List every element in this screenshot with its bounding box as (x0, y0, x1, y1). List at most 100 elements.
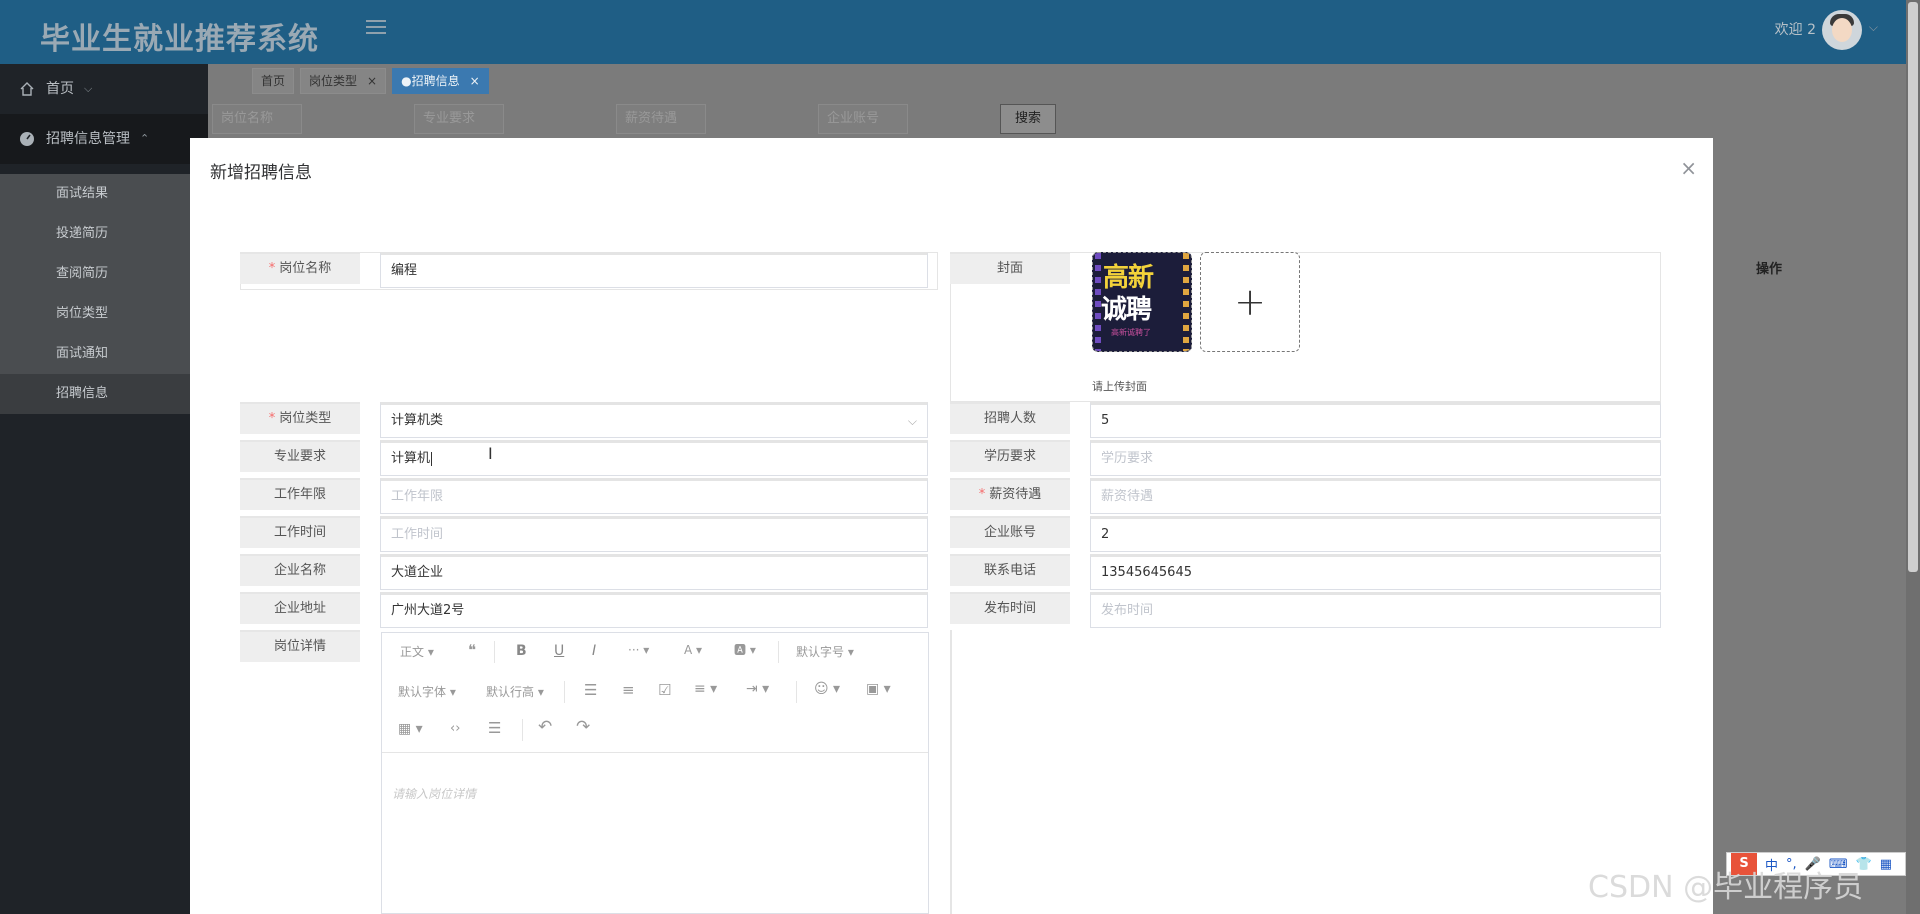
company-account-input[interactable]: 2 (1090, 516, 1661, 552)
font-family-dropdown[interactable]: 默认字体 ▾ (398, 683, 456, 700)
search-job-name-input[interactable]: 岗位名称 (212, 104, 302, 134)
font-size-dropdown[interactable]: 默认字号 ▾ (796, 643, 854, 660)
sidebar-item-job-type[interactable]: 岗位类型 (0, 294, 208, 334)
bold-icon[interactable]: B (516, 643, 527, 659)
job-type-label: * 岗位类型 (240, 402, 360, 434)
close-icon[interactable]: × (470, 74, 480, 88)
form-row-salary: * 薪资待遇 薪资待遇 (950, 478, 1661, 514)
watermark: CSDN @毕业程序员 (1588, 870, 1864, 905)
sidebar-item-interview-result[interactable]: 面试结果 (0, 174, 208, 214)
form-row-publish-time: 发布时间 发布时间 (950, 592, 1661, 628)
line-height-dropdown[interactable]: 默认行高 ▾ (486, 683, 544, 700)
sidebar-item-view-resume[interactable]: 查阅简历 (0, 254, 208, 294)
job-detail-editor[interactable]: 正文 ▾ ❝ B U I ··· ▾ A ▾ 🅰 ▾ 默认字号 ▾ 默认字体 ▾… (381, 632, 929, 914)
tab-home[interactable]: 首页 (252, 68, 295, 94)
paragraph-style-dropdown[interactable]: 正文 ▾ (400, 643, 434, 660)
company-address-input[interactable]: 广州大道2号 (380, 592, 928, 628)
cover-label: 封面 (950, 252, 1070, 284)
app-title: 毕业生就业推荐系统 (40, 22, 319, 57)
headcount-input[interactable]: 5 (1090, 402, 1661, 438)
search-button[interactable]: 搜索 (1000, 104, 1057, 134)
work-time-input[interactable]: 工作时间 (380, 516, 928, 552)
education-input[interactable]: 学历要求 (1090, 440, 1661, 476)
sidebar-item-interview-notice[interactable]: 面试通知 (0, 334, 208, 374)
cover-image-text: 高新诚聘了 (1111, 328, 1151, 337)
add-cover-button[interactable]: + (1200, 252, 1300, 352)
close-icon[interactable]: × (1680, 156, 1697, 180)
bullet-list-icon[interactable]: ☰ (584, 681, 597, 699)
tab-bar: 首页 岗位类型 × ●招聘信息 × (252, 68, 489, 94)
sidebar: 首页 ⌵ 招聘信息管理 ⌃ 面试结果 投递简历 查阅简历 岗位类型 面试通知 招… (0, 64, 208, 914)
salary-input[interactable]: 薪资待遇 (1090, 478, 1661, 514)
gauge-icon (18, 130, 36, 148)
underline-icon[interactable]: U (554, 643, 564, 659)
form-row-headcount: 招聘人数 5 (950, 402, 1661, 438)
todo-icon[interactable]: ☑ (658, 681, 671, 699)
emoji-dropdown[interactable]: ☺ ▾ (814, 681, 840, 697)
divider-icon[interactable]: ☰ (488, 719, 501, 737)
form-row-work-years: 工作年限 工作年限 (240, 478, 928, 514)
job-type-select[interactable]: 计算机类 ⌵ (380, 402, 928, 438)
page-scrollbar-thumb[interactable] (1908, 2, 1918, 572)
indent-dropdown[interactable]: ⇥ ▾ (746, 681, 769, 697)
sidebar-submenu: 面试结果 投递简历 查阅简历 岗位类型 面试通知 招聘信息 (0, 174, 208, 414)
headcount-label: 招聘人数 (950, 402, 1070, 434)
grid-icon[interactable]: ▦ (1880, 857, 1892, 872)
work-years-input[interactable]: 工作年限 (380, 478, 928, 514)
search-row: 岗位名称 专业要求 薪资待遇 企业账号 搜索 (212, 104, 1057, 134)
company-name-label: 企业名称 (240, 554, 360, 586)
avatar[interactable] (1822, 10, 1862, 50)
editor-toolbar: 正文 ▾ ❝ B U I ··· ▾ A ▾ 🅰 ▾ 默认字号 ▾ 默认字体 ▾… (382, 633, 928, 753)
undo-icon[interactable]: ↶ (538, 717, 552, 737)
form-row-cover: 封面 (950, 252, 1070, 284)
tab-recruitment-info[interactable]: ●招聘信息 × (392, 68, 489, 94)
sidebar-item-home[interactable]: 首页 ⌵ (0, 64, 208, 114)
form-row-job-detail: 岗位详情 (240, 630, 360, 662)
sidebar-group-recruitment[interactable]: 招聘信息管理 ⌃ (0, 114, 208, 164)
column-divider (950, 630, 952, 914)
menu-toggle-icon[interactable] (366, 20, 386, 38)
redo-icon[interactable]: ↷ (576, 717, 590, 737)
company-address-label: 企业地址 (240, 592, 360, 624)
quote-icon[interactable]: ❝ (468, 641, 476, 659)
mouse-text-cursor: I (488, 444, 493, 463)
company-name-input[interactable]: 大道企业 (380, 554, 928, 590)
tab-label: 岗位类型 (309, 74, 358, 88)
font-color-dropdown[interactable]: A ▾ (684, 643, 702, 657)
image-dropdown[interactable]: ▣ ▾ (866, 681, 891, 697)
table-dropdown[interactable]: ▦ ▾ (398, 721, 423, 737)
plus-icon: + (1234, 280, 1266, 324)
major-label: 专业要求 (240, 440, 360, 472)
major-input[interactable]: 计算机 (380, 440, 928, 476)
form-row-company-address: 企业地址 广州大道2号 (240, 592, 928, 628)
tab-job-type[interactable]: 岗位类型 × (300, 68, 387, 94)
phone-input[interactable]: 13545645645 (1090, 554, 1661, 590)
align-dropdown[interactable]: ≡ ▾ (694, 681, 717, 697)
close-icon[interactable]: × (367, 74, 377, 88)
search-company-account-input[interactable]: 企业账号 (818, 104, 908, 134)
more-styles-dropdown[interactable]: ··· ▾ (628, 643, 649, 657)
tab-label: 首页 (261, 74, 286, 88)
job-detail-label: 岗位详情 (240, 630, 360, 662)
form-row-phone: 联系电话 13545645645 (950, 554, 1661, 590)
form-row-major: 专业要求 计算机 (240, 440, 928, 476)
search-salary-input[interactable]: 薪资待遇 (616, 104, 706, 134)
search-major-input[interactable]: 专业要求 (414, 104, 504, 134)
form-row-job-type: * 岗位类型 计算机类 ⌵ (240, 402, 928, 438)
job-name-input[interactable]: 编程 (380, 252, 928, 288)
background-color-dropdown[interactable]: 🅰 ▾ (734, 641, 756, 658)
sidebar-item-submitted-resume[interactable]: 投递简历 (0, 214, 208, 254)
chevron-down-icon[interactable]: ⌵ (1869, 20, 1878, 35)
home-icon (18, 80, 36, 98)
sidebar-item-label: 招聘信息管理 (46, 131, 130, 147)
cover-image[interactable]: 高新 诚聘 高新诚聘了 (1092, 252, 1192, 352)
italic-icon[interactable]: I (592, 643, 596, 659)
welcome-text: 欢迎 2 (1774, 22, 1816, 38)
phone-label: 联系电话 (950, 554, 1070, 586)
code-icon[interactable]: ‹› (450, 721, 460, 736)
numbered-list-icon[interactable]: ≡ (622, 681, 635, 699)
publish-time-input[interactable]: 发布时间 (1090, 592, 1661, 628)
table-header-operation: 操作 (1756, 262, 1783, 277)
sidebar-item-recruitment-info[interactable]: 招聘信息 (0, 374, 208, 414)
work-time-label: 工作时间 (240, 516, 360, 548)
